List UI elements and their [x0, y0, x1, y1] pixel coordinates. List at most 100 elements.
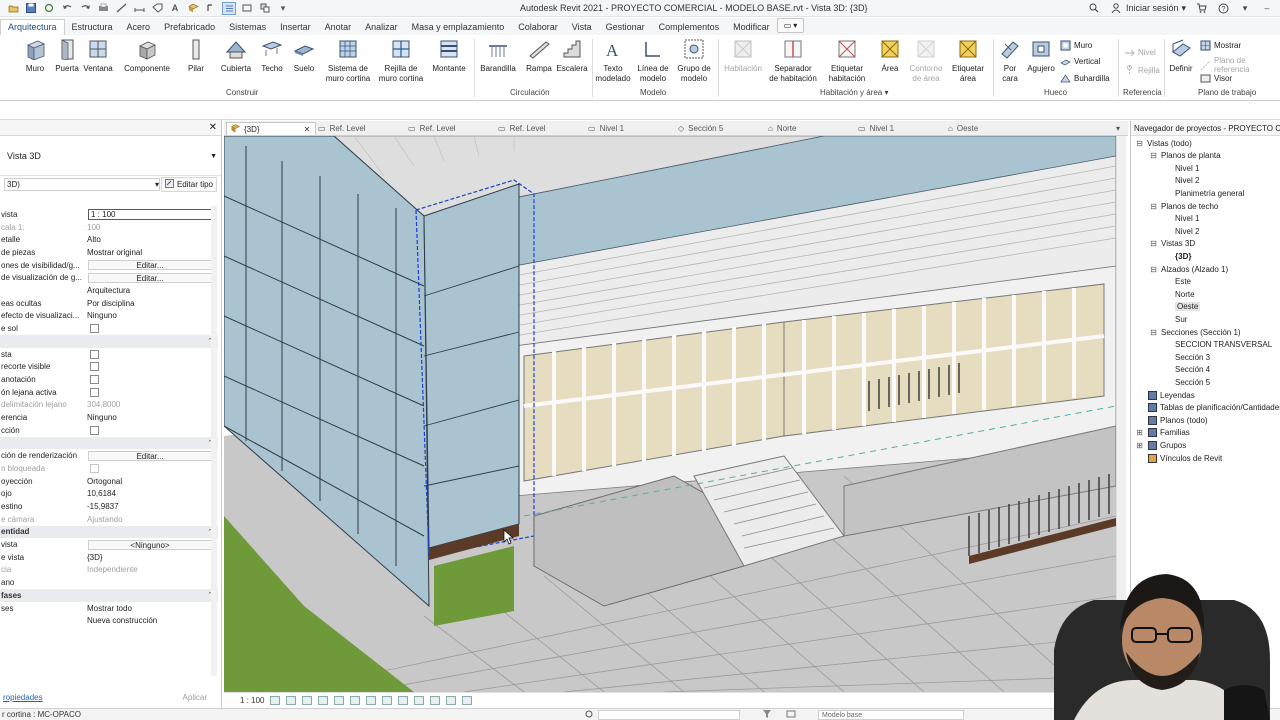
expand-toggle-icon[interactable]: ⊟ [1135, 139, 1144, 148]
browser-node[interactable]: Nivel 1 [1163, 213, 1199, 225]
redo-icon[interactable] [78, 2, 92, 15]
browser-node[interactable]: ⊞ Grupos [1135, 439, 1186, 451]
tag-area-tool[interactable]: Etiquetar área [948, 37, 988, 84]
shadows-icon[interactable] [318, 695, 329, 705]
window-tool[interactable]: Ventana [82, 37, 114, 74]
browser-node[interactable]: SECCION TRANSVERSAL [1163, 339, 1272, 351]
expand-toggle-icon[interactable]: ⊞ [1135, 441, 1144, 450]
sun-path-icon[interactable] [302, 695, 313, 705]
browser-node[interactable]: ⊟ Secciones (Sección 1) [1149, 326, 1240, 338]
tab-overflow-button[interactable]: ▾ [1116, 122, 1120, 135]
property-value[interactable]: Arquitectura [85, 286, 218, 295]
property-value[interactable]: Editar... [85, 450, 218, 461]
model-group-tool[interactable]: Grupo de modelo [675, 37, 713, 84]
measure-icon[interactable] [114, 2, 128, 15]
properties-scrollbar[interactable] [211, 206, 217, 676]
roof-tool[interactable]: Cubierta [218, 37, 254, 74]
model-line-tool[interactable]: Línea de modelo [635, 37, 671, 84]
browser-node[interactable]: ⊞ Familias [1135, 427, 1190, 439]
browser-node[interactable]: Planimetría general [1163, 187, 1244, 199]
print-icon[interactable] [96, 2, 110, 15]
property-value[interactable]: {3D} [85, 553, 218, 562]
tab-complementos[interactable]: Complementos [652, 20, 727, 35]
column-tool[interactable]: Pilar [184, 37, 208, 74]
browser-node[interactable]: Nivel 1 [1163, 162, 1199, 174]
view-tab-3d[interactable]: {3D} ✕ [226, 122, 316, 135]
view-tab[interactable]: ▭ Ref. Level [498, 122, 546, 135]
property-checkbox[interactable] [90, 374, 99, 384]
property-group-header[interactable]: entidad⌃ [0, 525, 218, 539]
property-value[interactable]: Ninguno [85, 413, 218, 422]
help-dropdown-icon[interactable]: ▾ [1238, 1, 1252, 15]
grid-tool[interactable]: Rejilla [1124, 65, 1160, 76]
property-value[interactable] [85, 349, 218, 359]
browser-node[interactable]: ⊟ Planos de planta [1149, 150, 1220, 162]
mullion-tool[interactable]: Montante [429, 37, 469, 74]
room-separator-tool[interactable]: Separador de habitación [768, 37, 818, 84]
view-scale-input[interactable]: 1 : 100 [88, 208, 212, 220]
browser-node[interactable]: Nivel 2 [1163, 175, 1199, 187]
lock-view-icon[interactable] [382, 695, 393, 705]
tag-icon[interactable] [150, 2, 164, 15]
thin-lines-icon[interactable] [222, 1, 236, 15]
section-icon[interactable] [204, 2, 218, 15]
tab-arquitectura[interactable]: Arquitectura [0, 19, 65, 35]
dormer-tool[interactable]: Buhardilla [1060, 73, 1110, 84]
property-edit-button[interactable]: Editar... [88, 260, 212, 271]
floor-tool[interactable]: Suelo [290, 37, 318, 74]
pick-icon[interactable] [584, 709, 594, 720]
ref-plane-tool[interactable]: Plano de referencia [1200, 56, 1280, 74]
level-tool[interactable]: Nivel [1124, 47, 1156, 58]
property-checkbox[interactable] [90, 425, 99, 435]
property-group-header[interactable]: fases⌃ [0, 589, 218, 602]
property-group-header[interactable]: ⌃ [0, 335, 218, 348]
edit-type-button[interactable]: Editar tipo [160, 176, 217, 192]
view-scale[interactable]: 1 : 100 [240, 696, 264, 705]
ceiling-tool[interactable]: Techo [258, 37, 286, 74]
area-tool[interactable]: Área [876, 37, 904, 74]
door-tool[interactable]: Puerta [54, 37, 80, 74]
browser-node[interactable]: Este [1163, 276, 1191, 288]
ramp-tool[interactable]: Rampa [524, 37, 554, 74]
room-tool[interactable]: Habitación [720, 37, 766, 74]
set-workplane-tool[interactable]: Definir [1166, 37, 1196, 74]
expand-toggle-icon[interactable]: ⊟ [1149, 239, 1158, 248]
curtain-wall-selected[interactable] [423, 183, 520, 549]
browser-node[interactable]: ⊟ Planos de techo [1149, 200, 1218, 212]
worksharing-icon[interactable] [430, 695, 441, 705]
wall-tool[interactable]: Muro [22, 37, 48, 74]
component-tool[interactable]: Componente [121, 37, 173, 74]
open-icon[interactable] [6, 2, 20, 15]
group-habitacion[interactable]: Habitación y área ▾ [820, 88, 889, 97]
help-icon[interactable]: ? [1216, 1, 1230, 15]
property-checkbox[interactable] [90, 349, 99, 359]
property-edit-button[interactable]: Editar... [88, 272, 212, 283]
curtain-grid-tool[interactable]: Rejilla de muro cortina [375, 37, 427, 84]
property-value[interactable]: Ortogonal [85, 477, 218, 486]
close-icon[interactable]: ✕ [304, 125, 311, 134]
property-value[interactable]: Mostrar todo [85, 604, 218, 613]
tab-anotar[interactable]: Anotar [318, 20, 359, 35]
close-hidden-icon[interactable] [240, 2, 254, 15]
vertical-opening-tool[interactable]: Vertical [1060, 56, 1100, 67]
property-value[interactable] [85, 425, 218, 435]
property-value[interactable]: Ninguno [85, 311, 218, 320]
cart-icon[interactable] [1194, 1, 1208, 15]
property-value[interactable] [85, 463, 218, 473]
browser-node[interactable]: Vínculos de Revit [1135, 452, 1222, 464]
property-value[interactable]: 10,6184 [85, 489, 218, 498]
browser-node[interactable]: Leyendas [1135, 389, 1195, 401]
property-group-header[interactable]: ⌃ [0, 436, 218, 450]
render-icon[interactable] [334, 695, 345, 705]
railing-tool[interactable]: Barandilla [478, 37, 518, 74]
tab-acero[interactable]: Acero [120, 20, 158, 35]
property-value[interactable]: <Ninguno> [85, 539, 218, 550]
view-tab[interactable]: ▭ Ref. Level [318, 122, 366, 135]
browser-node[interactable]: Nivel 2 [1163, 225, 1199, 237]
visual-style-icon[interactable] [286, 695, 297, 705]
text-icon[interactable]: A [168, 2, 182, 15]
property-checkbox[interactable] [90, 387, 99, 397]
instance-filter-select[interactable]: 3D) ▾ [4, 177, 160, 191]
property-value[interactable] [85, 324, 218, 334]
sign-in-button[interactable]: Iniciar sesión ▾ [1109, 1, 1186, 15]
